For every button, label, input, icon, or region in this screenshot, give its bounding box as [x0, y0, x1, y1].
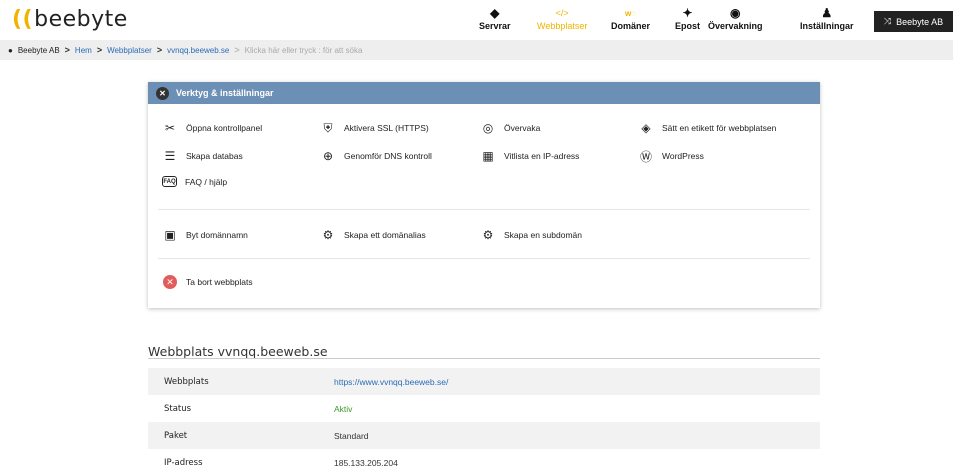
domain-search-icon: w◌ [625, 8, 636, 18]
tool-label: Byt domännamn [186, 230, 248, 240]
tools-icon: ✂ [164, 121, 176, 135]
tool-create-database[interactable]: ☰ Skapa databas [162, 148, 243, 164]
package-value: Standard [334, 430, 369, 441]
tool-label: WordPress [662, 151, 704, 161]
layers-icon: ◆ [490, 6, 500, 20]
tools-panel: ✕ Verktyg & inställningar ✂ Öppna kontro… [148, 82, 820, 308]
tool-monitor[interactable]: ◎ Övervaka [480, 120, 541, 136]
tool-label: FAQ / hjälp [185, 176, 228, 187]
tools-icon: ✕ [156, 86, 169, 100]
account-label: Beebyte AB [896, 16, 944, 27]
nav-installningar[interactable]: ♟ Inställningar [800, 5, 854, 31]
breadcrumb-hem[interactable]: Hem [75, 46, 92, 55]
eye-icon: ◉ [730, 6, 741, 20]
row-key: Status [164, 403, 192, 414]
delete-icon: ✕ [163, 275, 177, 289]
top-navbar: (( beebyte ◆ Servrar </> Webbplatser w◌ … [0, 0, 953, 40]
search-hint[interactable]: Klicka här eller tryck : för att söka [245, 46, 363, 55]
table-row: Paket Standard [148, 422, 820, 449]
tool-label: Skapa databas [186, 151, 243, 161]
tool-label: Ta bort webbplats [186, 277, 253, 287]
account-button[interactable]: ⤨ Beebyte AB [874, 11, 953, 32]
tool-dns-check[interactable]: ⊕ Genomför DNS kontroll [320, 148, 432, 164]
database-icon: ☰ [164, 149, 176, 163]
location-pin-icon: ● [8, 45, 13, 55]
nav-domaner[interactable]: w◌ Domäner [611, 5, 651, 32]
chevron-right-icon: > [156, 45, 163, 55]
tool-label: Genomför DNS kontroll [344, 151, 432, 161]
code-icon: </> [555, 8, 569, 18]
tool-label: Övervaka [504, 123, 541, 133]
ssl-shield-icon: ⛨ [323, 120, 333, 135]
globe-icon: ⊕ [322, 149, 334, 163]
nav-label: Epost [675, 21, 701, 31]
nav-label: Övervakning [708, 21, 763, 31]
tool-faq[interactable]: FAQ FAQ / hjälp [162, 176, 227, 187]
wordpress-icon: Ⓦ [639, 149, 652, 164]
tool-label: Aktivera SSL (HTTPS) [344, 123, 429, 133]
chevron-right-icon: > [64, 45, 70, 55]
tool-label: Skapa en subdomän [504, 230, 582, 240]
tag-icon: ◈ [641, 121, 651, 135]
tool-set-label[interactable]: ◈ Sätt en etikett för webbplatsen [638, 120, 776, 136]
logo-mark: (( [12, 7, 34, 32]
id-card-icon: ▣ [164, 228, 176, 242]
nav-label: Servrar [479, 21, 511, 31]
breadcrumb-root[interactable]: Beebyte AB [18, 46, 60, 55]
breadcrumb-webbplatser[interactable]: Webbplatser [107, 46, 152, 55]
firewall-icon: ▦ [482, 149, 494, 163]
shuffle-icon: ⤨ [883, 16, 892, 26]
tool-open-control-panel[interactable]: ✂ Öppna kontrollpanel [162, 120, 262, 136]
tool-activate-ssl[interactable]: ⛨ Aktivera SSL (HTTPS) [320, 120, 429, 136]
table-row: Webbplats https://www.vvnqq.beeweb.se/ [148, 368, 820, 395]
nav-webbplatser[interactable]: </> Webbplatser [537, 5, 587, 31]
tool-label: Sätt en etikett för webbplatsen [662, 123, 777, 133]
tool-wordpress[interactable]: Ⓦ WordPress [638, 148, 704, 164]
tools-panel-header: ✕ Verktyg & inställningar [148, 82, 820, 104]
chevron-right-icon: > [234, 45, 240, 55]
delete-icon-wrap: ✕ [162, 274, 178, 290]
tool-create-subdomain[interactable]: ⚙ Skapa en subdomän [480, 227, 582, 243]
nav-label: Domäner [611, 21, 651, 31]
logo-text: beebyte [34, 7, 128, 32]
ip-value: 185.133.205.204 [334, 457, 398, 468]
row-key: Paket [164, 430, 188, 441]
tool-whitelist-ip[interactable]: ▦ Vitlista en IP-adress [480, 148, 579, 164]
tool-change-domain[interactable]: ▣ Byt domännamn [162, 227, 248, 243]
status-value: Aktiv [334, 403, 353, 414]
divider [158, 258, 810, 259]
table-row: Status Aktiv [148, 395, 820, 422]
eye-box-icon: ◎ [482, 121, 494, 135]
nav-servrar[interactable]: ◆ Servrar [479, 5, 511, 31]
gears-icon: ⚙ [482, 228, 494, 242]
beebyte-logo[interactable]: (( beebyte [12, 7, 128, 32]
tool-create-domain-alias[interactable]: ⚙ Skapa ett domänalias [320, 227, 426, 243]
breadcrumb-site[interactable]: vvnqq.beeweb.se [167, 46, 229, 55]
tool-label: Skapa ett domänalias [344, 230, 426, 240]
table-row: IP-adress 185.133.205.204 [148, 449, 820, 476]
tool-label: Öppna kontrollpanel [186, 123, 263, 133]
divider [158, 209, 810, 210]
chevron-right-icon: > [96, 45, 103, 55]
site-details-title: Webbplats vvnqq.beeweb.se [148, 344, 328, 359]
faq-icon: FAQ [162, 176, 177, 187]
gears-icon: ⚙ [322, 228, 334, 242]
nav-epost[interactable]: ✦ Epost [675, 5, 700, 31]
nav-overvakning[interactable]: ◉ Övervakning [708, 5, 763, 31]
delete-website-button[interactable]: ✕ Ta bort webbplats [162, 274, 253, 290]
divider [148, 358, 820, 359]
tool-label: Vitlista en IP-adress [504, 151, 580, 161]
nav-label: Inställningar [800, 21, 854, 31]
row-key: Webbplats [164, 376, 209, 387]
breadcrumb: ● Beebyte AB > Hem > Webbplatser > vvnqq… [0, 40, 953, 60]
user-gear-icon: ♟ [821, 6, 833, 20]
row-key: IP-adress [164, 457, 203, 468]
tools-panel-title: Verktyg & inställningar [176, 88, 274, 98]
nav-label: Webbplatser [537, 21, 588, 31]
people-icon: ✦ [682, 6, 693, 20]
website-url-link[interactable]: https://www.vvnqq.beeweb.se/ [334, 377, 448, 387]
